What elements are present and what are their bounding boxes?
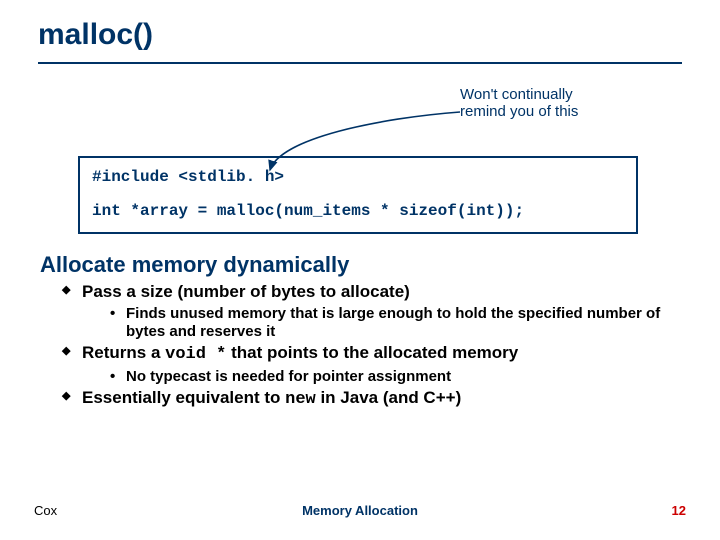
bullet-pass-size-text: Pass a size (number of bytes to allocate… <box>82 282 410 301</box>
section-heading: Allocate memory dynamically <box>40 252 684 278</box>
code-blank-line <box>92 186 624 202</box>
slide: malloc() Won't continually remind you of… <box>0 0 720 540</box>
bullet-list: Pass a size (number of bytes to allocate… <box>62 282 684 411</box>
bullet-pass-size: Pass a size (number of bytes to allocate… <box>62 282 684 341</box>
title-underline <box>38 62 682 64</box>
bullet-new-pre: Essentially equivalent to <box>82 388 285 407</box>
bullet-returns-post: that points to the allocated memory <box>226 343 518 362</box>
footer-title: Memory Allocation <box>0 503 720 518</box>
code-line-malloc: int *array = malloc(num_items * sizeof(i… <box>92 202 624 220</box>
sub-bullet-finds-memory: Finds unused memory that is large enough… <box>110 305 684 342</box>
body-content: Allocate memory dynamically Pass a size … <box>40 252 684 413</box>
code-line-include: #include <stdlib. h> <box>92 168 624 186</box>
sub-bullet-no-typecast: No typecast is needed for pointer assign… <box>110 368 684 386</box>
sub-bullet-list-2: No typecast is needed for pointer assign… <box>110 368 684 386</box>
bullet-returns-voidptr: Returns a void * that points to the allo… <box>62 343 684 386</box>
code-box: #include <stdlib. h> int *array = malloc… <box>78 156 638 234</box>
callout-line2: remind you of this <box>460 103 578 120</box>
callout-line1: Won't continually <box>460 86 573 103</box>
sub-bullet-list: Finds unused memory that is large enough… <box>110 305 684 342</box>
footer-page-number: 12 <box>672 503 686 518</box>
bullet-returns-code: void * <box>165 345 226 364</box>
slide-title: malloc() <box>38 18 153 52</box>
bullet-equivalent-new: Essentially equivalent to new in Java (a… <box>62 388 684 411</box>
bullet-returns-pre: Returns a <box>82 343 165 362</box>
bullet-new-post: in Java (and C++) <box>316 388 462 407</box>
callout-text: Won't continually remind you of this <box>460 86 578 121</box>
bullet-new-code: new <box>285 390 316 409</box>
